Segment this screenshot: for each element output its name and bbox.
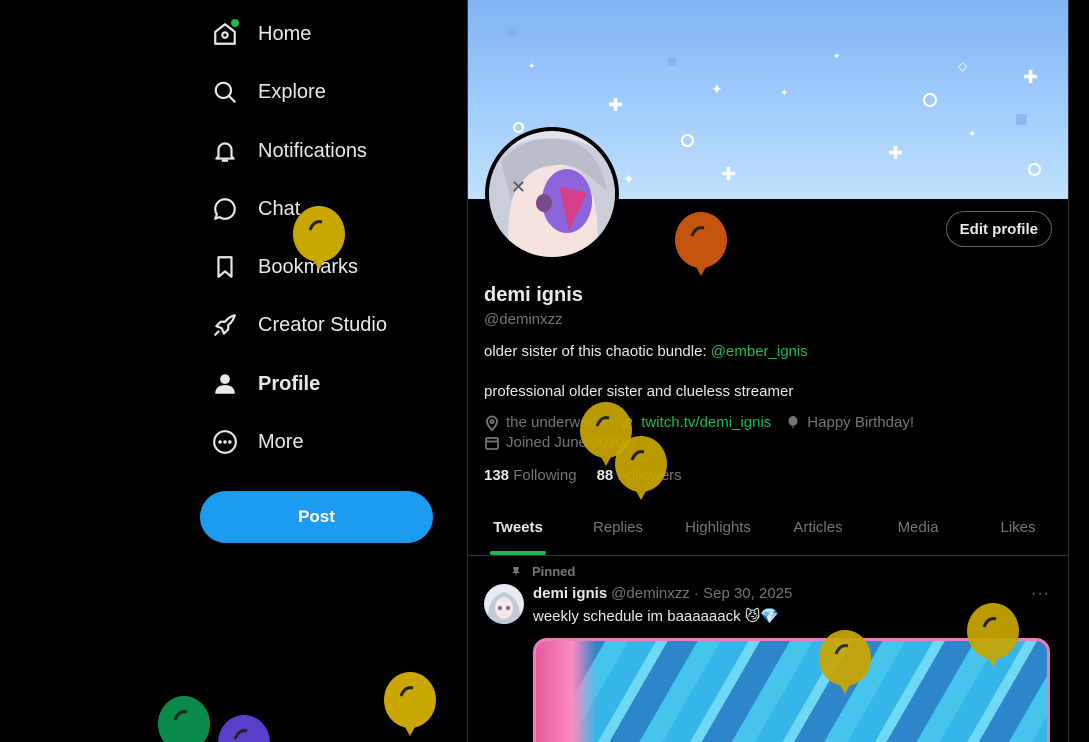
birthday-item: Happy Birthday! bbox=[785, 414, 914, 431]
sidebar-item-home[interactable]: Home bbox=[212, 14, 311, 54]
rocket-icon bbox=[212, 312, 238, 338]
avatar-artwork bbox=[484, 584, 524, 624]
sidebar-item-more[interactable]: More bbox=[212, 422, 304, 462]
sparkle-icon: ◇ bbox=[958, 59, 968, 73]
sidebar-item-label: Profile bbox=[258, 372, 321, 395]
tweet-more-icon[interactable]: ··· bbox=[1031, 585, 1050, 603]
sparkle-icon: ✦ bbox=[528, 61, 536, 71]
bio-mention-link[interactable]: @ember_ignis bbox=[711, 343, 808, 360]
balloon-icon bbox=[819, 630, 871, 694]
square-decoration bbox=[508, 28, 516, 36]
sidebar-item-label: Creator Studio bbox=[258, 313, 387, 336]
tweet-text: weekly schedule im baaaaaack 😼💎 bbox=[533, 608, 780, 625]
pin-icon bbox=[512, 566, 520, 577]
tab-likes[interactable]: Likes bbox=[968, 500, 1068, 555]
ring-decoration bbox=[923, 93, 937, 107]
tab-articles[interactable]: Articles bbox=[768, 500, 868, 555]
more-circle-icon bbox=[212, 429, 238, 455]
profile-handle: @deminxzz bbox=[484, 311, 563, 328]
sparkle-icon: ✦ bbox=[711, 81, 723, 97]
balloon-icon bbox=[218, 715, 270, 742]
sparkle-icon: ✦ bbox=[968, 129, 977, 140]
chat-bubble-icon bbox=[212, 196, 238, 222]
pinned-label-row: Pinned bbox=[510, 564, 575, 579]
following-count: 138 bbox=[484, 467, 510, 484]
profile-tabs: Tweets Replies Highlights Articles Media… bbox=[468, 500, 1068, 556]
sidebar-item-notifications[interactable]: Notifications bbox=[212, 131, 367, 171]
pinned-label: Pinned bbox=[532, 564, 576, 579]
sidebar-item-creator-studio[interactable]: Creator Studio bbox=[212, 305, 387, 345]
square-decoration bbox=[1016, 114, 1027, 125]
ring-decoration bbox=[1028, 163, 1041, 176]
sidebar-item-label: Home bbox=[258, 22, 312, 45]
post-button[interactable]: Post bbox=[200, 491, 433, 543]
calendar-icon bbox=[485, 436, 499, 450]
location-pin-icon bbox=[486, 415, 498, 431]
bell-icon bbox=[212, 138, 238, 164]
search-icon bbox=[212, 79, 238, 105]
balloon-icon bbox=[158, 696, 210, 742]
square-decoration bbox=[668, 58, 676, 66]
balloon-icon bbox=[675, 212, 727, 276]
balloon-icon bbox=[788, 415, 798, 428]
sparkle-icon: ✚ bbox=[1023, 67, 1039, 87]
sidebar-item-label: Explore bbox=[258, 80, 326, 103]
profile-name: demi ignis bbox=[484, 284, 583, 306]
bio-text: older sister of this chaotic bundle: bbox=[484, 343, 711, 360]
sidebar-item-chat[interactable]: Chat bbox=[212, 189, 300, 229]
profile-bio-line1: older sister of this chaotic bundle: @em… bbox=[484, 343, 808, 360]
sparkle-icon: ✚ bbox=[721, 164, 737, 184]
notification-dot bbox=[230, 18, 240, 28]
sidebar-item-profile[interactable]: Profile bbox=[212, 364, 320, 404]
profile-meta-row: the underworld twitch.tv/demi_ignis Happ… bbox=[484, 414, 928, 431]
tweet-header: demi ignis @deminxzz · Sep 30, 2025 bbox=[533, 585, 792, 602]
sparkle-icon: ✦ bbox=[780, 88, 789, 99]
website-item: twitch.tv/demi_ignis bbox=[619, 414, 771, 431]
following-label: Following bbox=[513, 467, 577, 484]
website-link[interactable]: twitch.tv/demi_ignis bbox=[641, 414, 771, 431]
person-icon bbox=[212, 371, 238, 397]
sparkle-icon: ✚ bbox=[888, 143, 904, 163]
sidebar-item-label: Notifications bbox=[258, 139, 367, 162]
tab-highlights[interactable]: Highlights bbox=[668, 500, 768, 555]
balloon-icon bbox=[615, 436, 667, 500]
bookmark-icon bbox=[212, 254, 238, 280]
sidebar-item-explore[interactable]: Explore bbox=[212, 72, 326, 112]
avatar-artwork: ✕ bbox=[489, 131, 615, 257]
ring-decoration bbox=[681, 134, 694, 147]
svg-text:✕: ✕ bbox=[511, 177, 526, 198]
tab-media[interactable]: Media bbox=[868, 500, 968, 555]
home-icon bbox=[212, 18, 240, 47]
balloon-icon bbox=[384, 672, 436, 736]
tab-replies[interactable]: Replies bbox=[568, 500, 668, 555]
tweet-meta: @deminxzz · Sep 30, 2025 bbox=[611, 585, 793, 602]
edit-profile-button[interactable]: Edit profile bbox=[945, 211, 1052, 247]
birthday-text: Happy Birthday! bbox=[807, 414, 915, 431]
tweet-author[interactable]: demi ignis bbox=[533, 585, 607, 602]
following-link[interactable]: 138 Following bbox=[484, 467, 577, 484]
sidebar-item-label: More bbox=[258, 430, 304, 453]
balloon-icon bbox=[967, 603, 1019, 667]
sparkle-icon: ✦ bbox=[833, 51, 841, 61]
tweet-avatar[interactable] bbox=[484, 584, 524, 624]
tab-tweets[interactable]: Tweets bbox=[468, 500, 568, 555]
balloon-icon bbox=[293, 206, 345, 270]
media-edge-decoration bbox=[536, 641, 596, 742]
sparkle-icon: ✚ bbox=[608, 95, 624, 115]
sparkle-icon: ✦ bbox=[623, 171, 635, 187]
ring-decoration bbox=[513, 122, 524, 133]
profile-bio-line2: professional older sister and clueless s… bbox=[484, 383, 794, 400]
profile-avatar[interactable]: ✕ bbox=[485, 127, 619, 261]
